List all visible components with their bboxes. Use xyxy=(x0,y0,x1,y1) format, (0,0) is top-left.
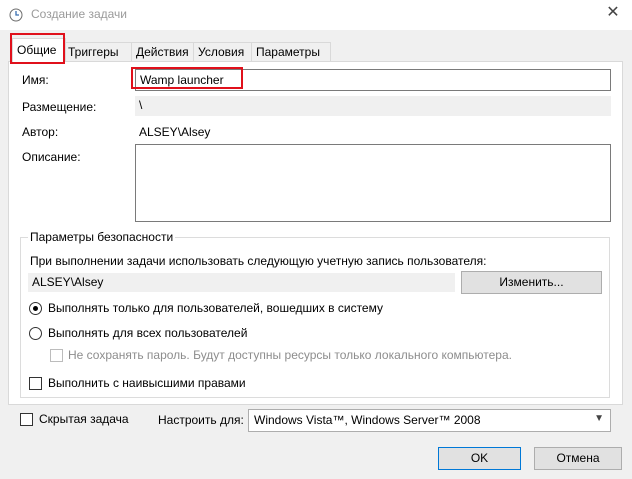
tab-conditions[interactable]: Условия xyxy=(193,42,255,61)
task-scheduler-icon xyxy=(9,8,23,22)
ok-button[interactable]: OK xyxy=(438,447,521,470)
description-textarea[interactable] xyxy=(135,144,611,222)
hidden-task-label[interactable]: Скрытая задача xyxy=(39,412,129,426)
no-store-password-label: Не сохранять пароль. Будут доступны ресу… xyxy=(68,348,512,362)
radio-logged-on-only[interactable] xyxy=(29,302,42,315)
author-label: Автор: xyxy=(22,125,59,139)
location-field xyxy=(135,96,611,116)
name-highlight-box xyxy=(131,67,243,89)
chevron-down-icon: ▼ xyxy=(594,413,604,424)
radio-all-users-label[interactable]: Выполнять для всех пользователей xyxy=(48,326,247,340)
no-store-password-checkbox[interactable] xyxy=(50,349,63,362)
radio-selected-dot xyxy=(33,306,38,311)
description-label: Описание: xyxy=(22,150,81,164)
tab-settings[interactable]: Параметры xyxy=(251,42,331,61)
security-group-title: Параметры безопасности xyxy=(28,230,176,244)
name-label: Имя: xyxy=(22,73,49,87)
author-value: ALSEY\Alsey xyxy=(139,125,211,139)
run-as-text: При выполнении задачи использовать следу… xyxy=(30,254,487,268)
configure-for-label: Настроить для: xyxy=(158,413,244,427)
configure-for-value: Windows Vista™, Windows Server™ 2008 xyxy=(254,413,481,427)
tab-triggers[interactable]: Триггеры xyxy=(63,42,135,61)
hidden-task-checkbox[interactable] xyxy=(20,413,33,426)
highest-privileges-label[interactable]: Выполнить с наивысшими правами xyxy=(48,376,246,390)
window-title: Создание задачи xyxy=(31,7,127,21)
cancel-button[interactable]: Отмена xyxy=(534,447,622,470)
radio-all-users[interactable] xyxy=(29,327,42,340)
tab-actions[interactable]: Действия xyxy=(131,42,199,61)
highest-privileges-checkbox[interactable] xyxy=(29,377,42,390)
location-value: \ xyxy=(139,98,143,112)
tab-highlight-box xyxy=(10,33,65,64)
radio-logged-on-label[interactable]: Выполнять только для пользователей, воше… xyxy=(48,301,383,315)
user-account-field: ALSEY\Alsey xyxy=(28,273,455,292)
close-icon[interactable]: ✕ xyxy=(604,4,622,22)
location-label: Размещение: xyxy=(22,100,97,114)
configure-for-select[interactable]: Windows Vista™, Windows Server™ 2008 ▼ xyxy=(248,409,611,432)
change-user-button[interactable]: Изменить... xyxy=(461,271,602,294)
